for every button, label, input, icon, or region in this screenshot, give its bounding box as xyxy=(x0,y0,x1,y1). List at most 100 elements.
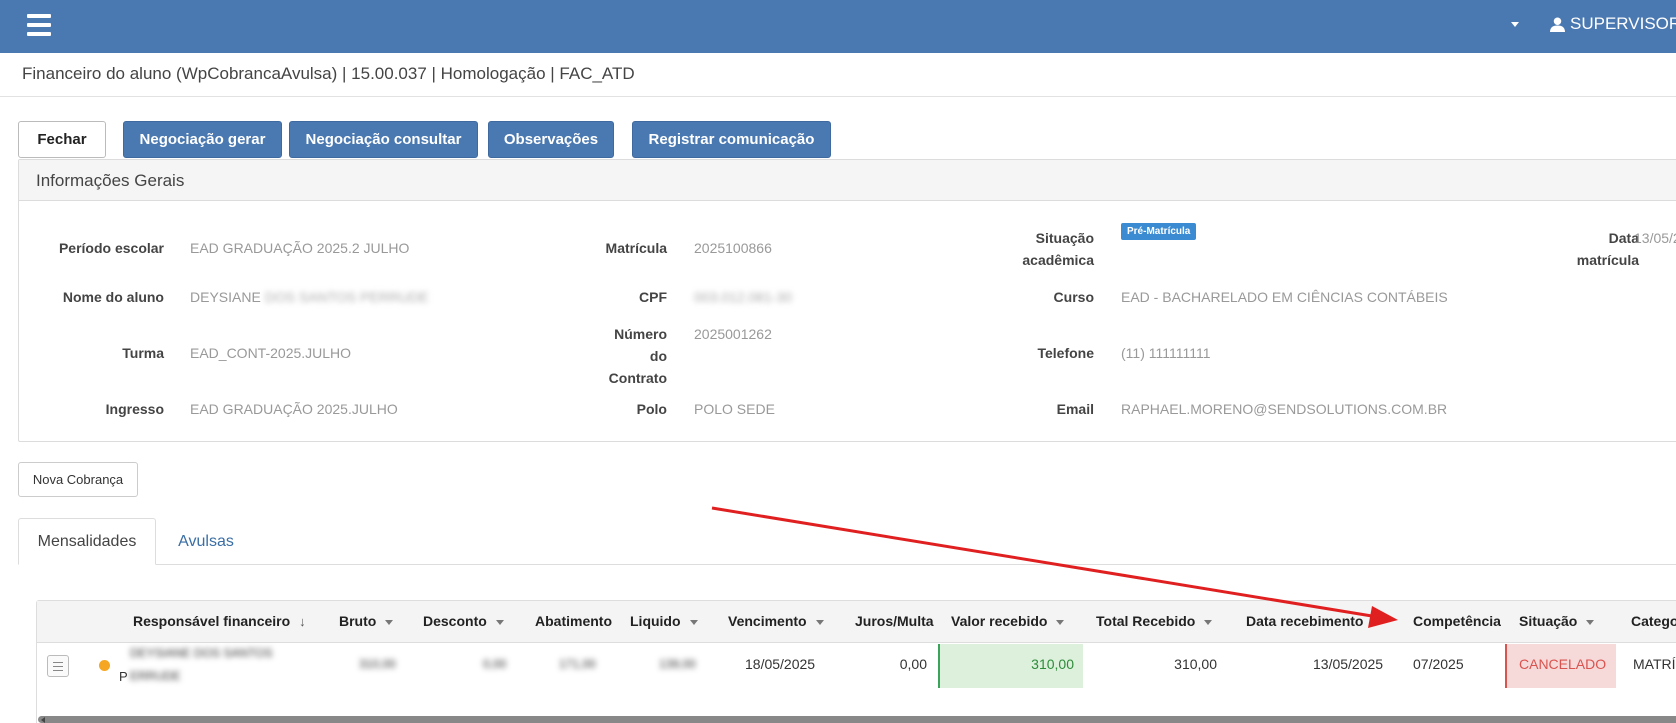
caret-down-icon xyxy=(815,619,824,625)
valor-recebido-value: 310,00 xyxy=(1031,656,1074,672)
situacao-label-line: Situação xyxy=(1035,230,1094,246)
col-label: Competência xyxy=(1413,613,1501,629)
categoria-value: MATRÍ xyxy=(1633,656,1676,672)
responsavel-redacted-1: DEYSIANE DOS SANTOS xyxy=(130,646,273,660)
user-name: SUPERVISOR xyxy=(1570,14,1676,33)
col-label: Abatimento xyxy=(535,613,612,629)
nome-label: Nome do aluno xyxy=(62,289,164,305)
caret-down-icon[interactable] xyxy=(1511,22,1519,27)
nova-cobranca-button[interactable]: Nova Cobrança xyxy=(18,462,138,497)
negociacao-gerar-button[interactable]: Negociação gerar xyxy=(123,121,282,158)
telefone-label: Telefone xyxy=(1037,345,1094,361)
data-matricula-label: Data matrícula xyxy=(1499,227,1639,271)
periodo-label: Período escolar xyxy=(58,240,164,256)
caret-down-icon xyxy=(495,619,504,625)
col-desconto[interactable]: Desconto xyxy=(423,613,504,629)
caret-down-icon xyxy=(385,619,394,625)
tabs-divider xyxy=(18,564,1676,565)
col-vencimento[interactable]: Vencimento xyxy=(728,613,824,629)
ingresso-label: Ingresso xyxy=(105,401,164,417)
sort-desc-icon: ↓ xyxy=(299,614,306,629)
numero-label-line: Contrato xyxy=(608,370,667,386)
situacao-value: CANCELADO xyxy=(1519,656,1607,672)
col-situacao[interactable]: Situação xyxy=(1519,613,1595,629)
data-matricula-value: 13/05/2 xyxy=(1634,230,1676,246)
col-liquido[interactable]: Liquido xyxy=(630,613,698,629)
cpf-label: CPF xyxy=(639,289,667,305)
col-competencia[interactable]: Competência xyxy=(1413,613,1501,629)
panel-header: Informações Gerais xyxy=(19,160,1676,201)
panel-title: Informações Gerais xyxy=(36,171,185,190)
col-categoria[interactable]: Catego xyxy=(1631,613,1676,629)
turma-label: Turma xyxy=(122,345,164,361)
col-total-recebido[interactable]: Total Recebido xyxy=(1096,613,1213,629)
caret-down-icon xyxy=(689,619,698,625)
matricula-value: 2025100866 xyxy=(694,240,772,256)
situacao-academica-label: Situação acadêmica xyxy=(919,227,1094,271)
row-menu-icon[interactable] xyxy=(47,655,69,677)
col-label: Liquido xyxy=(630,613,681,629)
col-bruto[interactable]: Bruto xyxy=(339,613,394,629)
col-data-recebimento[interactable]: Data recebimento xyxy=(1246,613,1363,629)
bruto-value: 310,00 xyxy=(359,657,396,671)
col-label: Data recebimento xyxy=(1246,613,1364,629)
scroll-left-icon[interactable] xyxy=(41,717,45,723)
menu-icon[interactable] xyxy=(27,14,51,36)
col-responsavel[interactable]: Responsável financeiro ↓ xyxy=(133,613,306,629)
col-label: Vencimento xyxy=(728,613,807,629)
ingresso-value: EAD GRADUAÇÃO 2025.JULHO xyxy=(190,401,398,417)
status-dot-icon xyxy=(99,660,110,671)
data-label-line: Data xyxy=(1608,230,1639,246)
observacoes-button[interactable]: Observações xyxy=(488,121,614,158)
nome-redacted: DOS SANTOS PERRUDE xyxy=(264,289,429,305)
liquido-value: 139,00 xyxy=(659,657,696,671)
juros-value: 0,00 xyxy=(899,656,927,672)
divider xyxy=(0,96,1676,97)
user-menu[interactable]: SUPERVISOR xyxy=(1550,14,1676,34)
tab-mensalidades[interactable]: Mensalidades xyxy=(18,518,156,565)
numero-contrato-value: 2025001262 xyxy=(694,326,772,342)
cpf-value: 003.012.081-30 xyxy=(694,289,793,305)
caret-down-icon xyxy=(1204,619,1213,625)
col-valor-recebido[interactable]: Valor recebido xyxy=(951,613,1065,629)
grid-header: Responsável financeiro ↓ Bruto Desconto A… xyxy=(37,601,1676,643)
col-label: Situação xyxy=(1519,613,1578,629)
col-label: Juros/Multa xyxy=(855,613,934,629)
total-recebido-value: 310,00 xyxy=(1174,656,1217,672)
periodo-value: EAD GRADUAÇÃO 2025.2 JULHO xyxy=(190,240,410,256)
col-label: Bruto xyxy=(339,613,377,629)
fechar-button[interactable]: Fechar xyxy=(18,121,106,158)
data-recebimento-value: 13/05/2025 xyxy=(1313,656,1384,672)
col-label: Catego xyxy=(1631,613,1676,629)
polo-label: Polo xyxy=(636,401,667,417)
nome-first: DEYSIANE xyxy=(190,289,261,305)
horizontal-scrollbar[interactable] xyxy=(38,716,1676,723)
page-title: Financeiro do aluno (WpCobrancaAvulsa) |… xyxy=(22,64,635,83)
status-badge: Pré-Matrícula xyxy=(1121,223,1197,240)
negociacao-consultar-button[interactable]: Negociação consultar xyxy=(289,121,478,158)
email-label: Email xyxy=(1056,401,1094,417)
curso-value: EAD - BACHARELADO EM CIÊNCIAS CONTÁBEIS xyxy=(1121,289,1448,305)
situacao-label-line: acadêmica xyxy=(1022,252,1094,268)
numero-label-line: Número xyxy=(614,326,667,342)
abatimento-value: 171,00 xyxy=(559,657,596,671)
tab-avulsas[interactable]: Avulsas xyxy=(156,518,256,565)
desconto-value: 0,00 xyxy=(483,657,507,671)
mensalidades-grid: Responsável financeiro ↓ Bruto Desconto A… xyxy=(36,600,1676,723)
col-label: Desconto xyxy=(423,613,487,629)
matricula-label: Matrícula xyxy=(605,240,667,256)
numero-label-line: do xyxy=(649,348,667,364)
responsavel-prefix: P xyxy=(119,669,128,684)
col-abatimento[interactable]: Abatimento xyxy=(535,613,612,629)
informacoes-gerais-panel: Informações Gerais Período escolar EAD G… xyxy=(18,159,1676,442)
user-icon xyxy=(1550,16,1565,32)
col-juros[interactable]: Juros/Multa xyxy=(855,613,934,629)
caret-down-icon xyxy=(1586,619,1595,625)
caret-down-icon xyxy=(1056,619,1065,625)
vencimento-value: 18/05/2025 xyxy=(745,656,816,672)
competencia-value: 07/2025 xyxy=(1413,656,1464,672)
col-label: Total Recebido xyxy=(1096,613,1196,629)
registrar-comunicacao-button[interactable]: Registrar comunicação xyxy=(632,121,831,158)
curso-label: Curso xyxy=(1053,289,1094,305)
email-value: RAPHAEL.MORENO@SENDSOLUTIONS.COM.BR xyxy=(1121,401,1448,417)
